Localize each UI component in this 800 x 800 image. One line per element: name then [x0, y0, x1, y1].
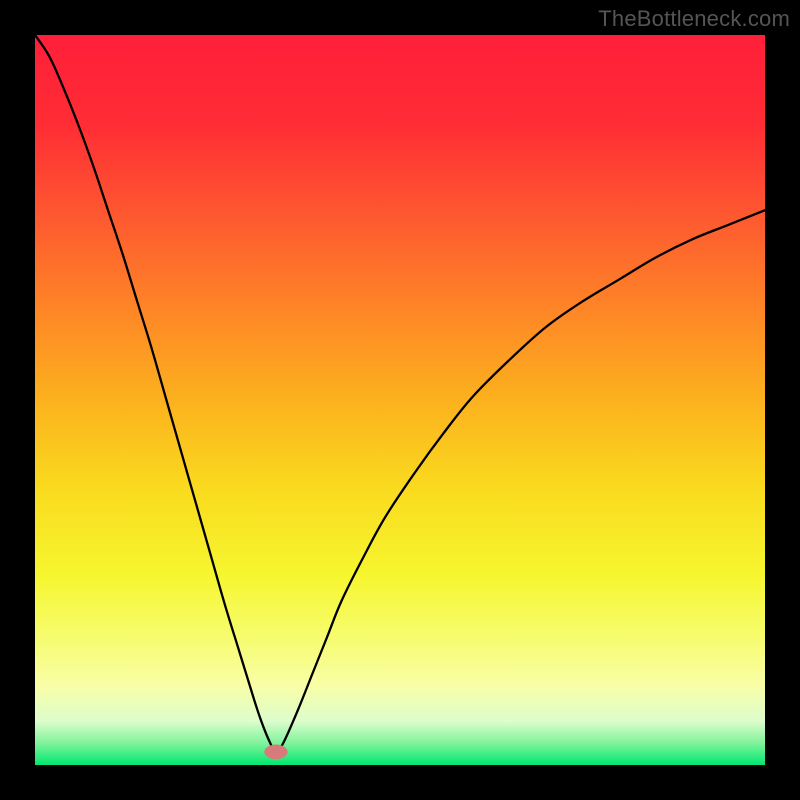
plot-area [35, 35, 765, 765]
chart-svg [35, 35, 765, 765]
chart-frame: TheBottleneck.com [0, 0, 800, 800]
gradient-background [35, 35, 765, 765]
attribution-label: TheBottleneck.com [598, 6, 790, 32]
minimum-marker [264, 745, 287, 760]
